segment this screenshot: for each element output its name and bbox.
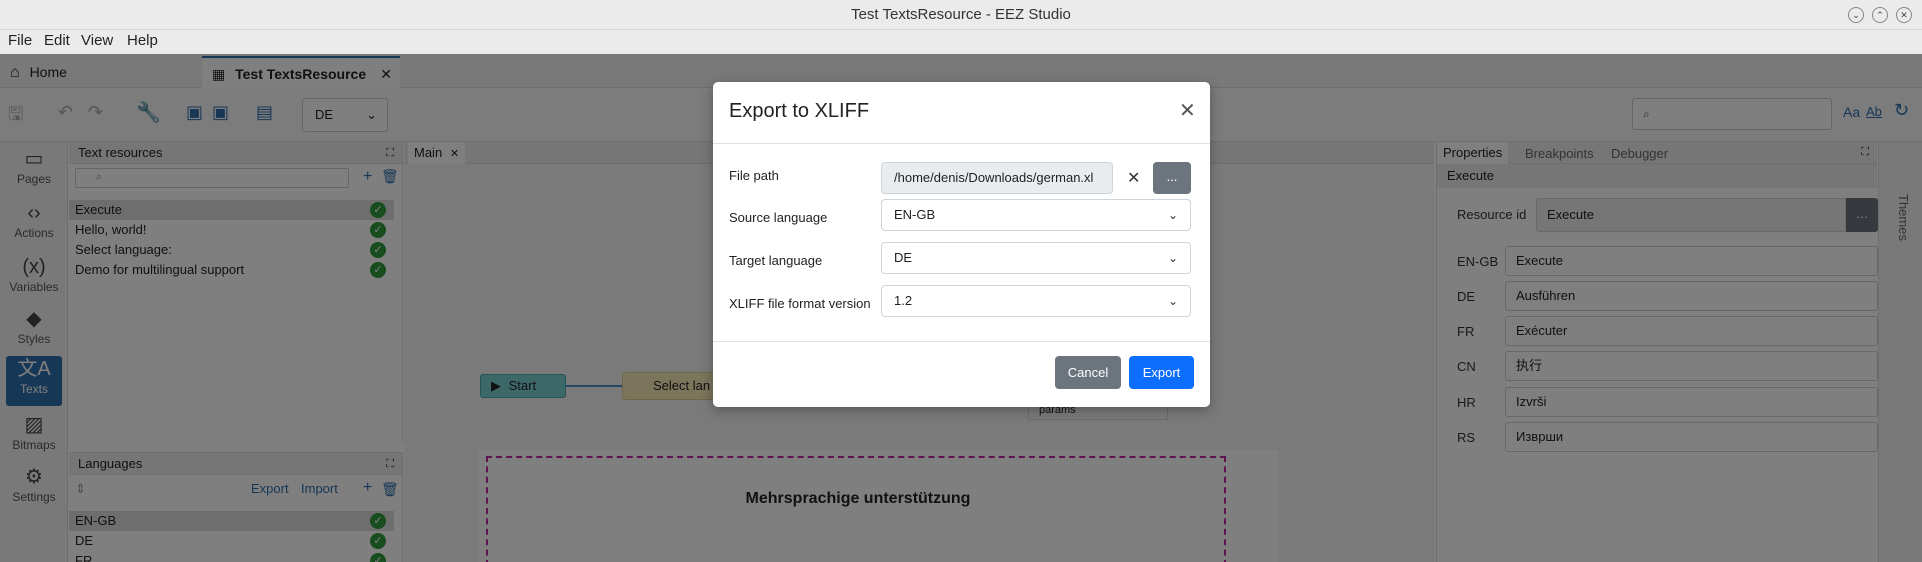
- dialog-footer-divider: [713, 341, 1210, 342]
- chevron-down-icon: ⌄: [1167, 294, 1178, 308]
- menu-bar: File Edit View Help: [0, 30, 1922, 54]
- close-icon[interactable]: ✕: [1179, 98, 1196, 123]
- file-path-label: File path: [729, 168, 779, 183]
- format-version-value: 1.2: [894, 293, 913, 308]
- target-language-label: Target language: [729, 253, 823, 268]
- source-language-value: EN-GB: [894, 207, 936, 222]
- close-window-button[interactable]: ✕: [1896, 7, 1912, 23]
- window-title: Test TextsResource - EEZ Studio: [851, 6, 1071, 23]
- menu-edit[interactable]: Edit: [44, 32, 70, 49]
- cancel-button[interactable]: Cancel: [1055, 356, 1121, 389]
- target-language-select[interactable]: DE ⌄: [881, 242, 1191, 274]
- source-language-select[interactable]: EN-GB ⌄: [881, 199, 1191, 231]
- window-titlebar: Test TextsResource - EEZ Studio ⌄ ⌃ ✕: [0, 0, 1922, 30]
- target-language-value: DE: [894, 250, 913, 265]
- format-version-select[interactable]: 1.2 ⌄: [881, 285, 1191, 317]
- chevron-down-icon: ⌄: [1167, 251, 1178, 265]
- chevron-down-icon: ⌄: [1167, 208, 1178, 222]
- dialog-title: Export to XLIFF: [729, 100, 870, 122]
- maximize-button[interactable]: ⌃: [1872, 7, 1888, 23]
- menu-help[interactable]: Help: [127, 32, 158, 49]
- export-xliff-dialog: Export to XLIFF ✕ File path /home/denis/…: [713, 82, 1210, 407]
- source-language-label: Source language: [729, 210, 828, 225]
- format-version-label: XLIFF file format version: [729, 296, 871, 311]
- minimize-button[interactable]: ⌄: [1848, 7, 1864, 23]
- dialog-header: Export to XLIFF ✕: [713, 82, 1210, 144]
- menu-view[interactable]: View: [81, 32, 113, 49]
- export-button[interactable]: Export: [1129, 356, 1194, 389]
- clear-file-path-icon[interactable]: ✕: [1127, 168, 1140, 188]
- browse-file-button[interactable]: ...: [1153, 162, 1191, 194]
- file-path-field[interactable]: /home/denis/Downloads/german.xl: [881, 162, 1113, 194]
- menu-file[interactable]: File: [8, 32, 32, 49]
